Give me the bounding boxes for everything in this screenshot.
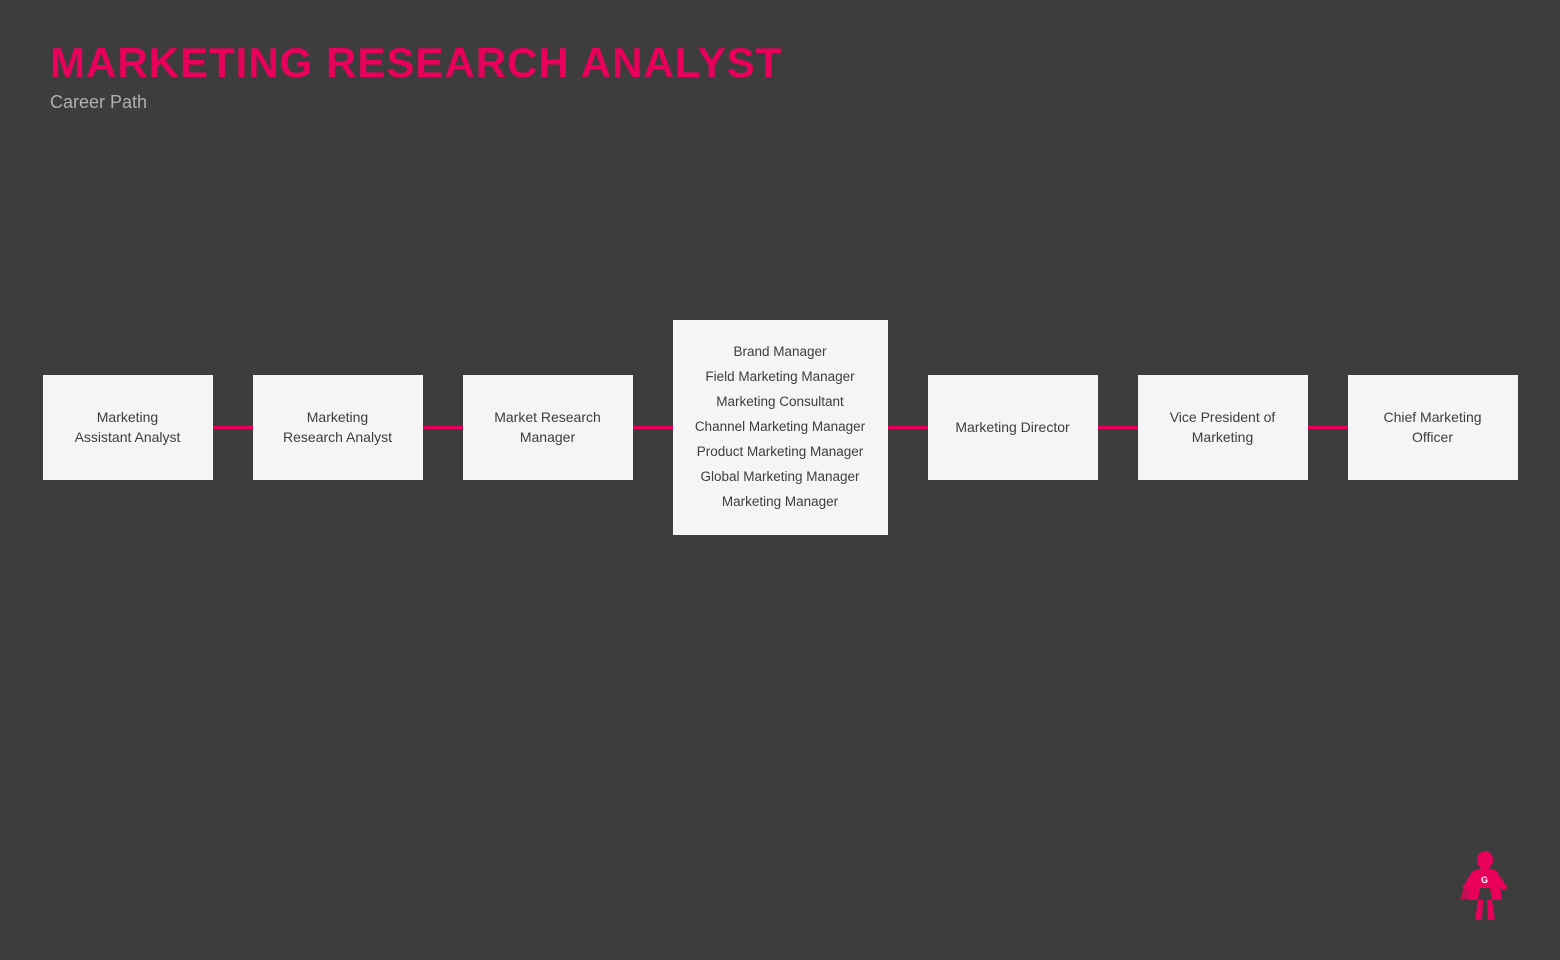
node-wrapper-7: Chief MarketingOfficer	[1348, 375, 1518, 480]
career-node-cmo: Chief MarketingOfficer	[1348, 375, 1518, 480]
career-node-marketing-assistant-analyst: MarketingAssistant Analyst	[43, 375, 213, 480]
connector-5	[1098, 426, 1138, 429]
connector-2	[423, 426, 463, 429]
page-title: MARKETING RESEARCH ANALYST	[50, 40, 1510, 86]
connector-1	[213, 426, 253, 429]
role-global-marketing-manager: Global Marketing Manager	[700, 468, 859, 487]
node-wrapper-4: Brand Manager Field Marketing Manager Ma…	[673, 320, 888, 535]
career-path: MarketingAssistant Analyst MarketingRese…	[0, 320, 1560, 535]
node-wrapper-5: Marketing Director	[928, 375, 1098, 480]
career-node-market-research-manager: Market ResearchManager	[463, 375, 633, 480]
superhero-logo: G	[1450, 850, 1520, 930]
node-wrapper-6: Vice President ofMarketing	[1138, 375, 1308, 480]
role-product-marketing-manager: Product Marketing Manager	[697, 443, 864, 462]
connector-4	[888, 426, 928, 429]
career-node-marketing-director: Marketing Director	[928, 375, 1098, 480]
role-channel-marketing-manager: Channel Marketing Manager	[695, 418, 865, 437]
role-brand-manager: Brand Manager	[733, 343, 826, 362]
career-node-marketing-research-analyst: MarketingResearch Analyst	[253, 375, 423, 480]
node-label: MarketingResearch Analyst	[283, 408, 392, 447]
node-wrapper-2: MarketingResearch Analyst	[253, 375, 423, 480]
connector-6	[1308, 426, 1348, 429]
page-subtitle: Career Path	[50, 92, 1510, 113]
node-wrapper-3: Market ResearchManager	[463, 375, 633, 480]
role-marketing-consultant: Marketing Consultant	[716, 393, 844, 412]
svg-text:G: G	[1481, 875, 1488, 885]
node-label: Marketing Director	[955, 418, 1069, 438]
header: MARKETING RESEARCH ANALYST Career Path	[0, 0, 1560, 113]
node-label: MarketingAssistant Analyst	[75, 408, 181, 447]
role-field-marketing-manager: Field Marketing Manager	[705, 368, 854, 387]
career-node-multi-manager: Brand Manager Field Marketing Manager Ma…	[673, 320, 888, 535]
node-label: Market ResearchManager	[494, 408, 601, 447]
node-label: Vice President ofMarketing	[1170, 408, 1276, 447]
connector-3	[633, 426, 673, 429]
role-marketing-manager: Marketing Manager	[722, 493, 838, 512]
node-wrapper-1: MarketingAssistant Analyst	[43, 375, 213, 480]
career-node-vp-marketing: Vice President ofMarketing	[1138, 375, 1308, 480]
node-label: Chief MarketingOfficer	[1383, 408, 1481, 447]
